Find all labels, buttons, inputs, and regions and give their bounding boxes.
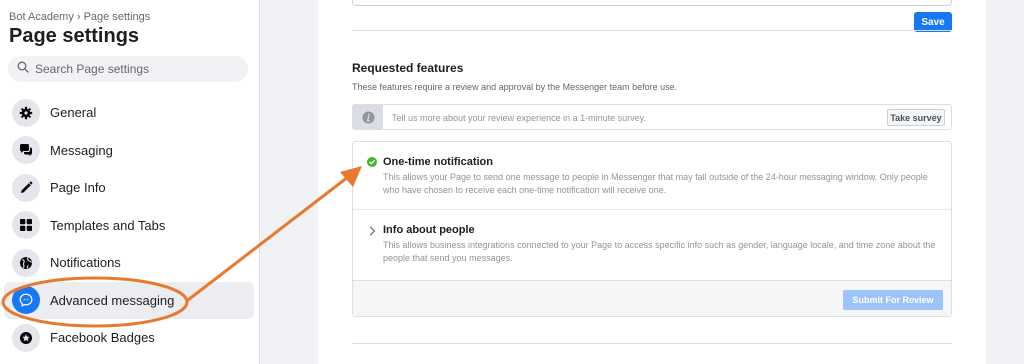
sidebar-item-label: Messaging: [50, 142, 113, 158]
section-divider: [352, 343, 952, 344]
app-root: Bot Academy › Page settings Page setting…: [0, 0, 1024, 364]
settings-nav: General Messaging Page Info Templates an…: [0, 94, 260, 357]
sidebar-item-label: Templates and Tabs: [50, 217, 166, 233]
sidebar-item-facebook-badges[interactable]: Facebook Badges: [4, 319, 254, 357]
save-button[interactable]: Save: [914, 12, 952, 32]
messenger-icon: [12, 286, 40, 315]
sidebar-item-label: Notifications: [50, 255, 121, 271]
sidebar-item-page-info[interactable]: Page Info: [4, 169, 254, 207]
sidebar-item-general[interactable]: General: [4, 94, 254, 132]
feature-one-time-notification[interactable]: One-time notification This allows your P…: [353, 142, 951, 210]
feature-description: This allows your Page to send one messag…: [383, 172, 928, 195]
search-icon: [17, 60, 29, 78]
feature-description: This allows business integrations connec…: [383, 240, 936, 263]
feature-title: Info about people: [383, 224, 475, 236]
features-footer: Submit For Review: [353, 280, 951, 316]
sidebar-item-label: Facebook Badges: [50, 330, 155, 346]
features-list: One-time notification This allows your P…: [352, 141, 952, 317]
sidebar-item-notifications[interactable]: Notifications: [4, 244, 254, 282]
search-input[interactable]: [35, 62, 235, 76]
sidebar-item-advanced-messaging[interactable]: Advanced messaging: [4, 281, 254, 319]
search-bar[interactable]: [8, 56, 248, 82]
chat-bubbles-icon: [12, 136, 40, 165]
chevron-right-icon: [369, 226, 376, 236]
survey-banner: Tell us more about your review experienc…: [352, 104, 952, 130]
survey-icon-wrap: [353, 105, 383, 129]
previous-section-field: [352, 0, 952, 6]
pencil-icon: [12, 173, 40, 202]
sidebar-item-label: General: [50, 105, 97, 121]
survey-text: Tell us more about your review experienc…: [392, 113, 646, 123]
page-title: Page settings: [9, 25, 140, 47]
check-circle-icon: [367, 157, 377, 167]
submit-for-review-button[interactable]: Submit For Review: [843, 290, 943, 310]
take-survey-button[interactable]: Take survey: [887, 109, 945, 126]
info-icon: [362, 111, 374, 123]
settings-sidebar: Bot Academy › Page settings Page setting…: [0, 0, 260, 364]
sidebar-item-templates-and-tabs[interactable]: Templates and Tabs: [4, 207, 254, 245]
feature-info-about-people[interactable]: Info about people This allows business i…: [353, 210, 951, 280]
breadcrumb[interactable]: Bot Academy › Page settings: [9, 11, 150, 23]
globe-icon: [12, 248, 40, 277]
sidebar-item-messaging[interactable]: Messaging: [4, 132, 254, 170]
sidebar-item-label: Page Info: [50, 180, 106, 196]
feature-title: One-time notification: [383, 156, 493, 168]
section-subtitle: These features require a review and appr…: [352, 82, 678, 92]
badge-star-icon: [12, 323, 40, 352]
section-title: Requested features: [352, 61, 464, 75]
sidebar-item-label: Advanced messaging: [50, 292, 175, 308]
section-divider: [352, 30, 952, 31]
grid-icon: [12, 211, 40, 240]
gear-icon: [12, 98, 40, 127]
